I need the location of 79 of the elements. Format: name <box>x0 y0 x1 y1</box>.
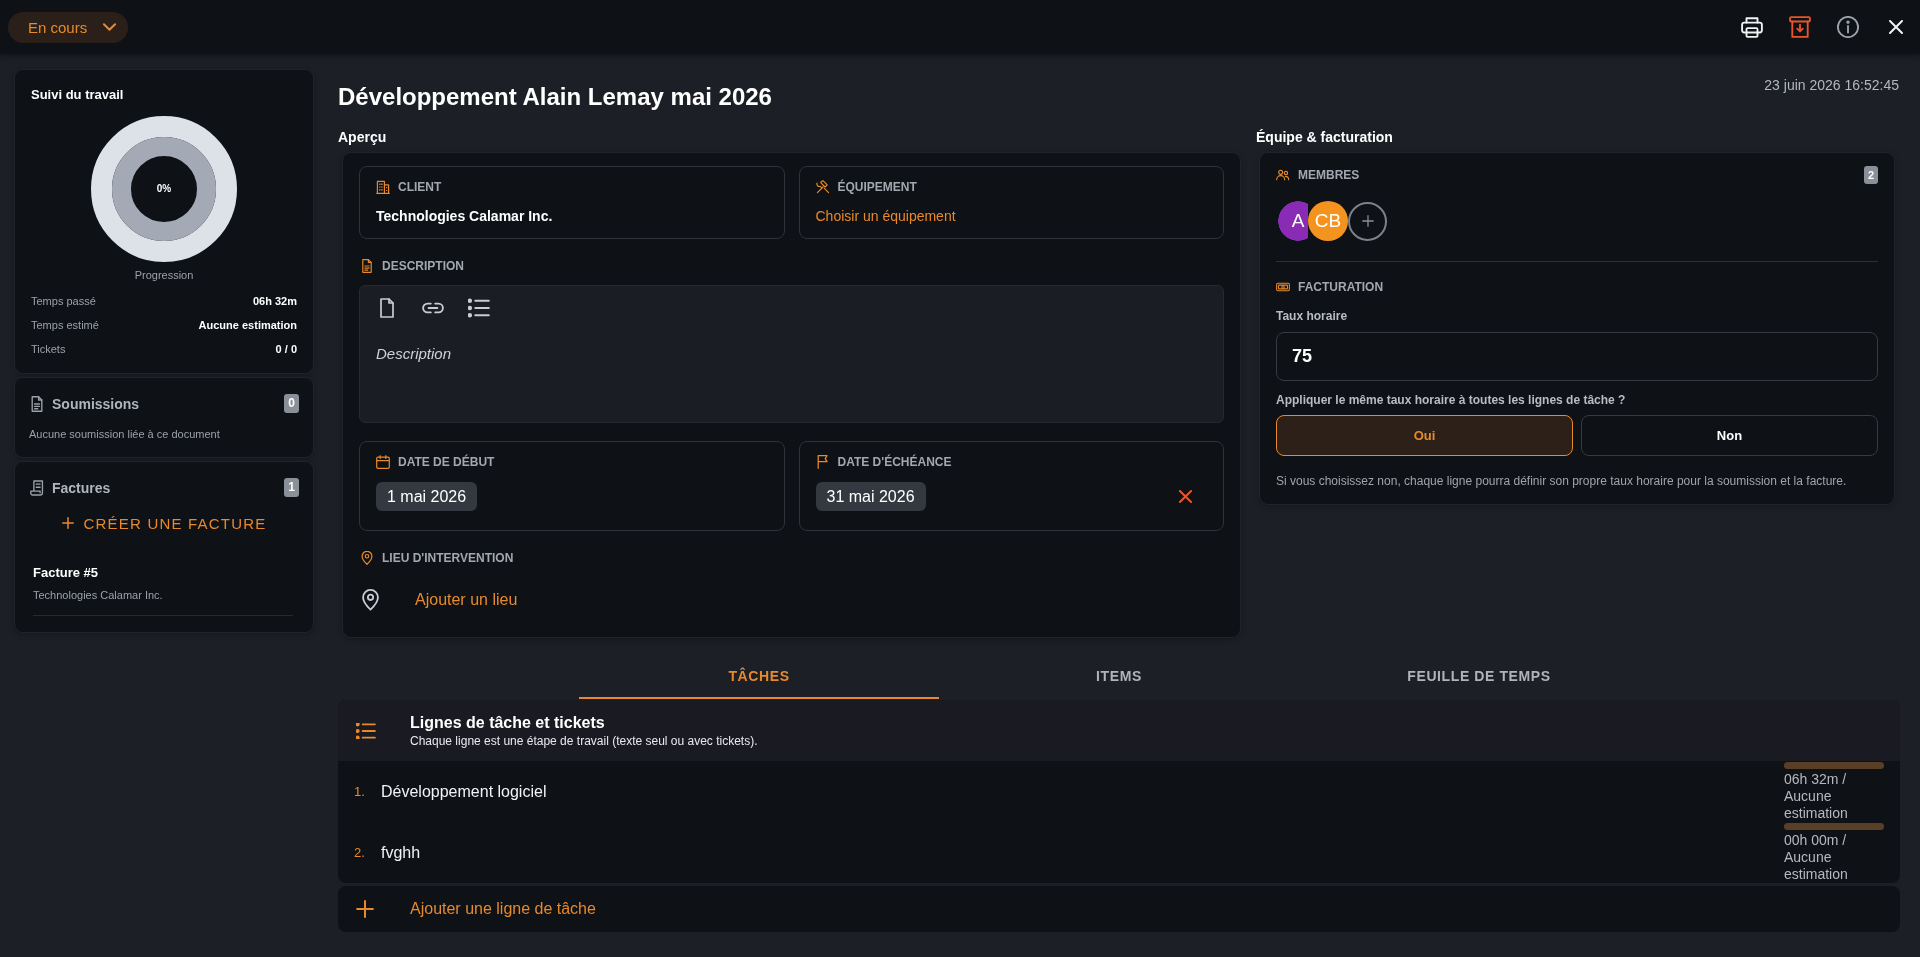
document-icon <box>30 395 44 412</box>
status-dropdown[interactable]: En cours <box>8 11 128 43</box>
pin-icon <box>360 551 374 565</box>
card-title: Factures <box>52 479 111 496</box>
due-date-picker[interactable]: 31 mai 2026 <box>815 482 926 511</box>
section-subtitle: Chaque ligne est une étape de travail (texte seul ou avec tickets). <box>410 733 758 749</box>
member-avatar[interactable]: A <box>1278 201 1308 241</box>
list-icon[interactable] <box>468 298 490 318</box>
stat-label: Temps passé <box>31 294 96 309</box>
close-icon[interactable] <box>1889 20 1903 34</box>
tab[interactable]: FEUILLE DE TEMPS <box>1299 655 1659 699</box>
task-name: fvghh <box>381 843 421 862</box>
caret-icon <box>103 23 116 31</box>
choose-equipment-link[interactable]: Choisir un équipement <box>815 208 956 224</box>
line-number: 1. <box>354 784 366 799</box>
task-name: Développement logiciel <box>381 782 547 801</box>
field-label: DESCRIPTION <box>382 258 464 274</box>
option-button[interactable]: Non <box>1581 415 1878 456</box>
apply-rate-question: Appliquer le même taux horaire à toutes les lignes de tâche ? <box>1276 392 1627 408</box>
section-label: Aperçu <box>338 128 388 146</box>
stat-label: Tickets <box>31 342 66 357</box>
field-label: FACTURATION <box>1298 279 1384 295</box>
stat-label: Temps estimé <box>31 318 99 333</box>
add-location-link[interactable]: Ajouter un lieu <box>415 591 518 609</box>
time-summary: 06h 32m / Aucune estimation <box>1784 770 1849 822</box>
empty-message: Aucune soumission liée à ce document <box>29 427 221 442</box>
plus-icon <box>61 517 74 529</box>
create-invoice-button[interactable]: CRÉER UNE FACTURE <box>53 507 275 539</box>
section-title: Lignes de tâche et tickets <box>410 712 606 733</box>
calendar-icon <box>376 455 390 469</box>
stat-value: 0 / 0 <box>275 342 297 357</box>
count-badge: 0 <box>284 394 299 413</box>
time-summary: 00h 00m / Aucune estimation <box>1784 831 1849 883</box>
plus-icon <box>356 900 374 918</box>
progress-caption: Progression <box>133 268 195 282</box>
list-icon <box>356 722 376 739</box>
client-name: Technologies Calamar Inc. <box>376 208 554 224</box>
document-icon <box>360 259 374 273</box>
card-title: Soumissions <box>52 395 140 412</box>
users-icon <box>1276 168 1290 182</box>
invoice-client: Technologies Calamar Inc. <box>33 588 164 602</box>
stat-value: 06h 32m <box>252 294 297 309</box>
field-label: LIEU D'INTERVENTION <box>382 550 514 566</box>
description-editor[interactable]: Description <box>359 285 1224 423</box>
receipt-icon <box>30 479 44 496</box>
rate-label: Taux horaire <box>1276 308 1349 324</box>
field-label: DATE D'ÉCHÉANCE <box>837 454 952 470</box>
page-title: Développement Alain Lemay mai 2026 <box>338 82 772 112</box>
description-field[interactable]: Description <box>376 344 1207 412</box>
line-number: 2. <box>354 845 366 860</box>
info-icon[interactable] <box>1837 16 1859 38</box>
field-label: DATE DE DÉBUT <box>398 454 495 470</box>
tab[interactable]: ITEMS <box>939 655 1299 699</box>
flag-icon <box>815 455 830 469</box>
field-label: CLIENT <box>398 179 442 195</box>
billing-note: Si vous choisissez non, chaque ligne pourra définir son propre taux horaire pour la soumission et la facture. <box>1276 473 1848 489</box>
timestamp: 23 juin 2026 16:52:45 <box>1764 76 1899 94</box>
field-label: MEMBRES <box>1298 167 1360 183</box>
add-member-button[interactable] <box>1348 201 1387 241</box>
hourly-rate-field[interactable]: 75 <box>1276 332 1878 381</box>
option-button[interactable]: Oui <box>1276 415 1573 456</box>
pin-icon <box>362 589 379 611</box>
add-task-line-button[interactable]: Ajouter une ligne de tâche <box>338 886 1900 932</box>
field-label: ÉQUIPEMENT <box>837 179 917 195</box>
building-icon <box>376 180 390 194</box>
banknote-icon <box>1276 280 1290 294</box>
count-badge: 1 <box>284 478 299 497</box>
invoice-title[interactable]: Facture #5 <box>33 565 293 581</box>
section-label: Équipe & facturation <box>1256 128 1394 146</box>
plus-icon <box>1361 215 1374 227</box>
start-date-picker[interactable]: 1 mai 2026 <box>376 482 478 511</box>
tools-icon <box>815 180 830 194</box>
archive-icon[interactable] <box>1789 16 1811 38</box>
count-badge: 2 <box>1864 166 1878 184</box>
progress-percent: 0% <box>156 183 172 195</box>
card-title: Suivi du travail <box>31 87 125 103</box>
printer-icon[interactable] <box>1741 16 1763 38</box>
clear-icon[interactable] <box>1179 490 1192 503</box>
stat-value: Aucune estimation <box>198 318 297 333</box>
